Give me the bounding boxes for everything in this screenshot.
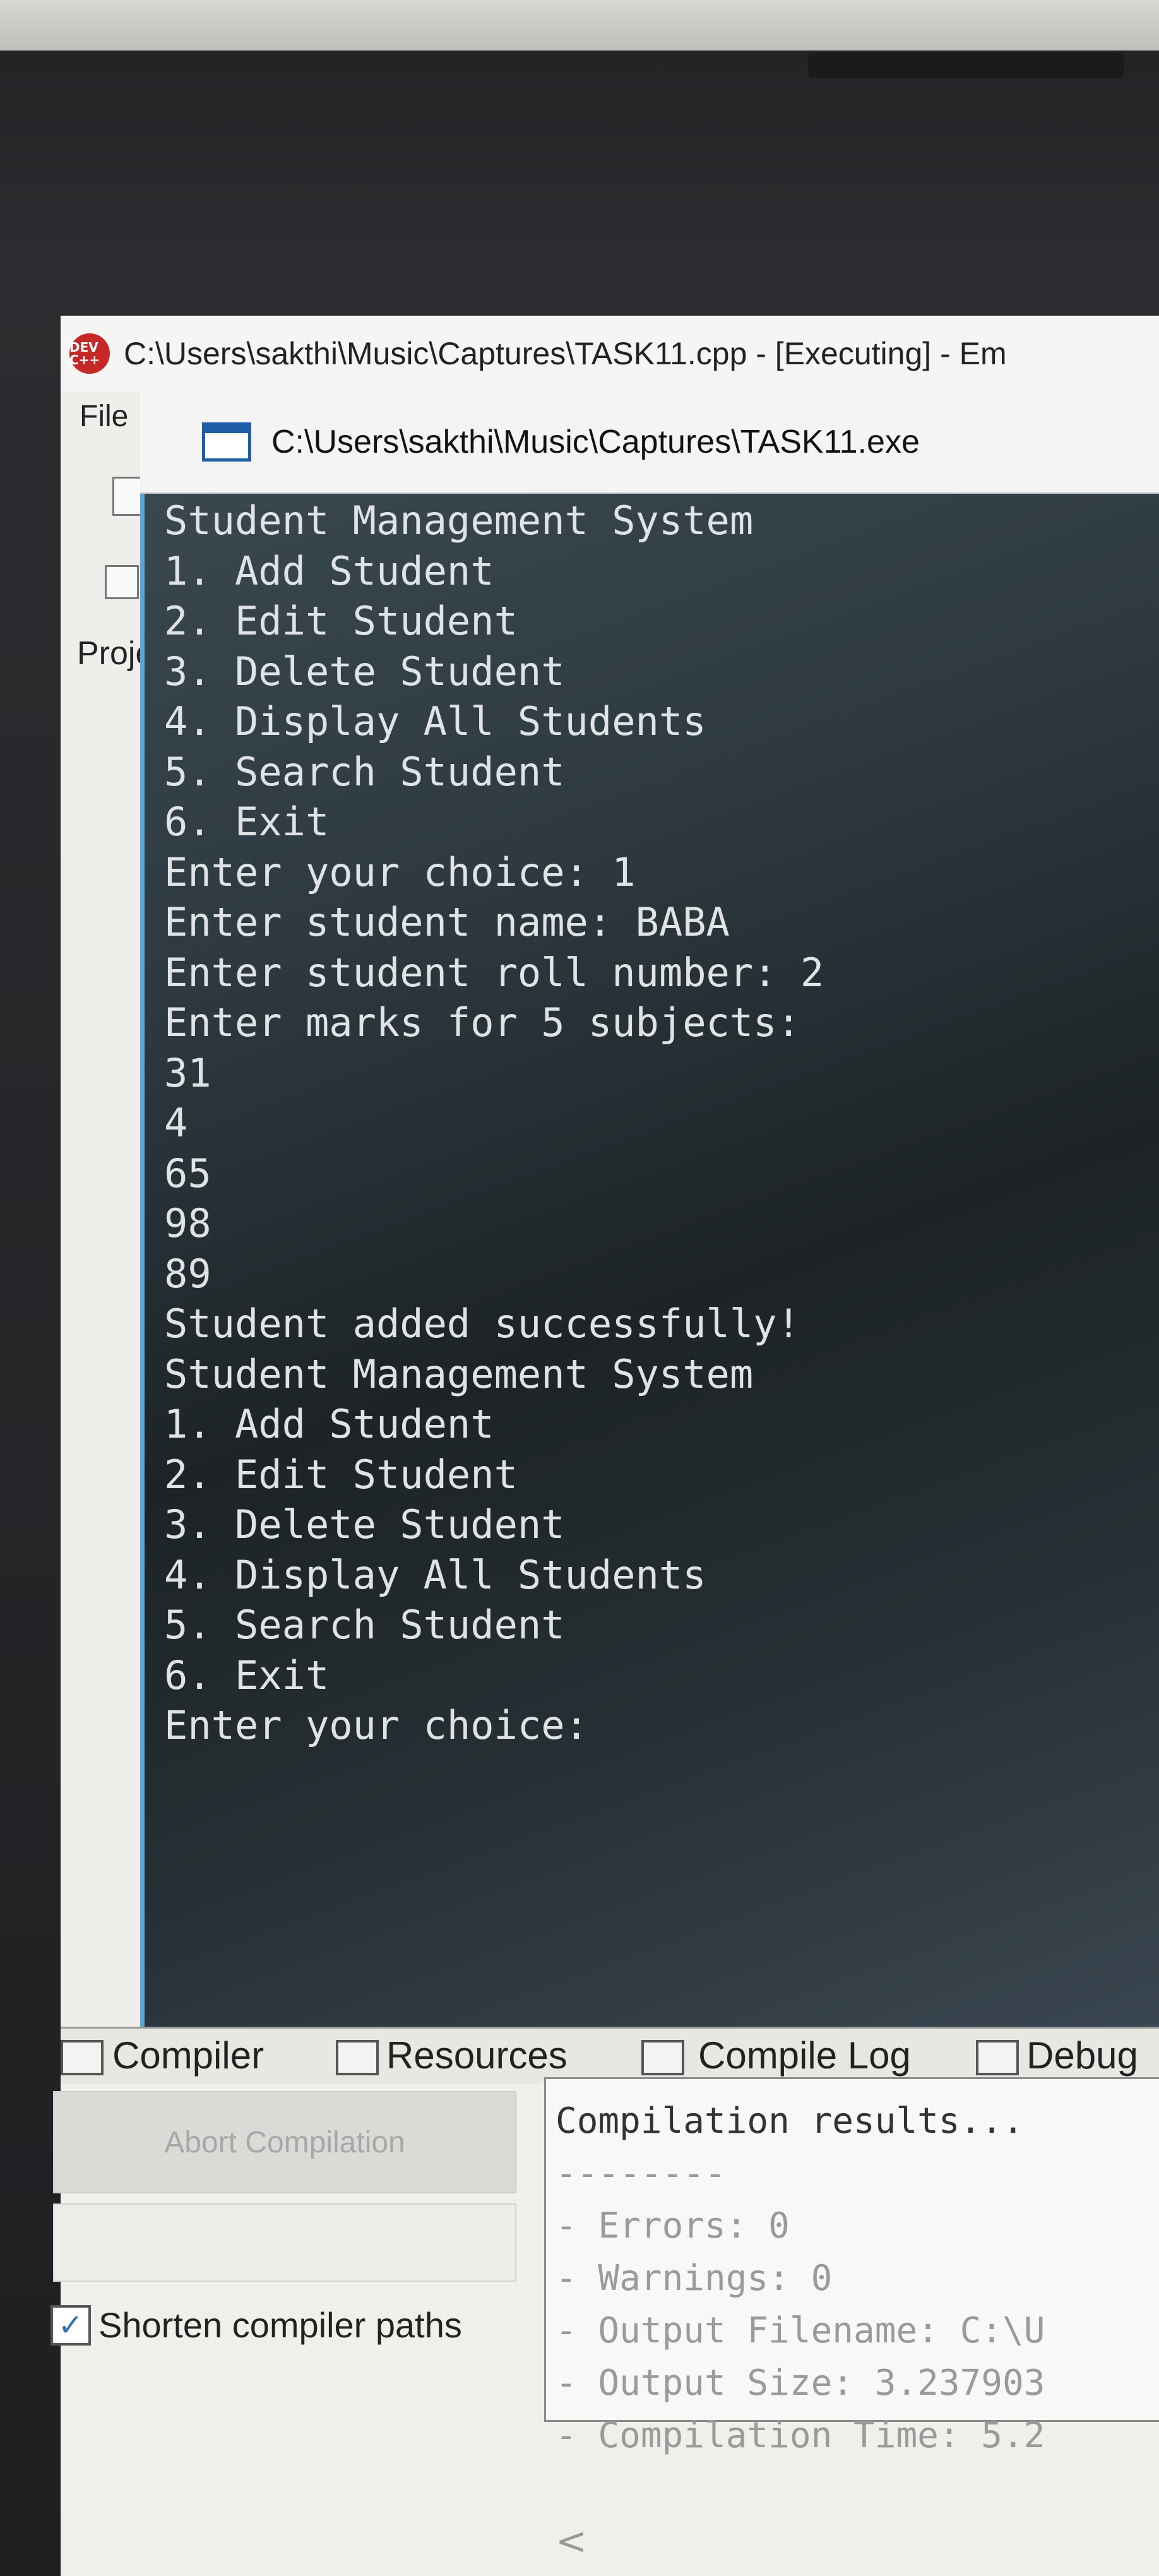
- console-line: 5. Search Student: [164, 1602, 565, 1648]
- results-line: - Errors: 0: [556, 2205, 790, 2246]
- resources-tab-icon: [336, 2040, 379, 2075]
- console-line: 5. Search Student: [164, 748, 565, 795]
- console-line: 31: [164, 1049, 211, 1096]
- tab-compiler[interactable]: Compiler: [112, 2034, 264, 2077]
- console-line: Student Management System: [164, 1351, 754, 1397]
- console-window-title: C:\Users\sakthi\Music\Captures\TASK11.ex…: [271, 424, 920, 460]
- shorten-paths-row[interactable]: ✓ Shorten compiler paths: [51, 2305, 462, 2346]
- console-line: 4: [164, 1100, 188, 1146]
- console-line: Enter your choice:: [164, 1702, 588, 1748]
- console-line: 2. Edit Student: [164, 1451, 518, 1498]
- console-line: 2. Edit Student: [164, 598, 518, 644]
- tab-resources[interactable]: Resources: [386, 2034, 568, 2077]
- debug-tab-icon: [976, 2040, 1019, 2075]
- compile-log-tab-icon: [641, 2040, 684, 2075]
- tab-debug[interactable]: Debug: [1026, 2034, 1138, 2077]
- shorten-paths-checkbox[interactable]: ✓: [51, 2305, 91, 2346]
- console-line: 4. Display All Students: [164, 1551, 706, 1598]
- shorten-paths-label: Shorten compiler paths: [98, 2305, 462, 2345]
- results-line: - Output Size: 3.237903: [556, 2363, 1045, 2404]
- console-line: 3. Delete Student: [164, 648, 565, 695]
- console-line: 1. Add Student: [164, 1401, 494, 1447]
- results-line: - Warnings: 0: [556, 2258, 833, 2299]
- scroll-left-arrow-icon[interactable]: <: [556, 2519, 587, 2563]
- console-line: 6. Exit: [164, 1652, 330, 1698]
- compiler-options-field: [53, 2203, 516, 2282]
- results-line: --------: [556, 2153, 726, 2194]
- console-line: 3. Delete Student: [164, 1501, 565, 1547]
- tab-compile-log[interactable]: Compile Log: [698, 2034, 911, 2077]
- console-line: 1. Add Student: [164, 547, 494, 594]
- abort-compilation-button[interactable]: Abort Compilation: [53, 2091, 516, 2193]
- background-wall: [0, 0, 1159, 57]
- console-titlebar[interactable]: C:\Users\sakthi\Music\Captures\TASK11.ex…: [140, 391, 1159, 494]
- compilation-results-text: Compilation results... -------- - Errors: …: [556, 2095, 1155, 2462]
- console-line: Enter student roll number: 2: [164, 949, 824, 996]
- console-line: Enter marks for 5 subjects:: [164, 999, 800, 1046]
- console-line: Enter student name: BABA: [164, 899, 730, 945]
- console-line: 98: [164, 1200, 211, 1246]
- monitor-notch: [808, 53, 1124, 78]
- console-line: Student Management System: [164, 498, 754, 544]
- menu-file[interactable]: File: [80, 399, 128, 434]
- results-line: - Compilation Time: 5.2: [556, 2415, 1045, 2456]
- devcpp-logo-icon: DEV C++: [69, 333, 110, 374]
- console-line: 89: [164, 1250, 211, 1297]
- console-line: Student added successfully!: [164, 1301, 800, 1347]
- console-app-icon: [202, 422, 251, 462]
- console-line: Enter your choice: 1: [164, 849, 636, 895]
- console-output: Student Management System 1. Add Student 2…: [164, 496, 1149, 1751]
- results-line: Compilation results...: [556, 2101, 1024, 2142]
- project-icon[interactable]: [105, 565, 139, 599]
- console-line: 65: [164, 1150, 211, 1196]
- ide-window-title: C:\Users\sakthi\Music\Captures\TASK11.cp…: [124, 336, 1007, 371]
- compiler-tab-icon: [61, 2040, 104, 2075]
- ide-titlebar: DEV C++ C:\Users\sakthi\Music\Captures\T…: [61, 316, 1159, 391]
- console-line: 4. Display All Students: [164, 698, 706, 744]
- results-line: - Output Filename: C:\U: [556, 2310, 1045, 2351]
- console-line: 6. Exit: [164, 799, 330, 845]
